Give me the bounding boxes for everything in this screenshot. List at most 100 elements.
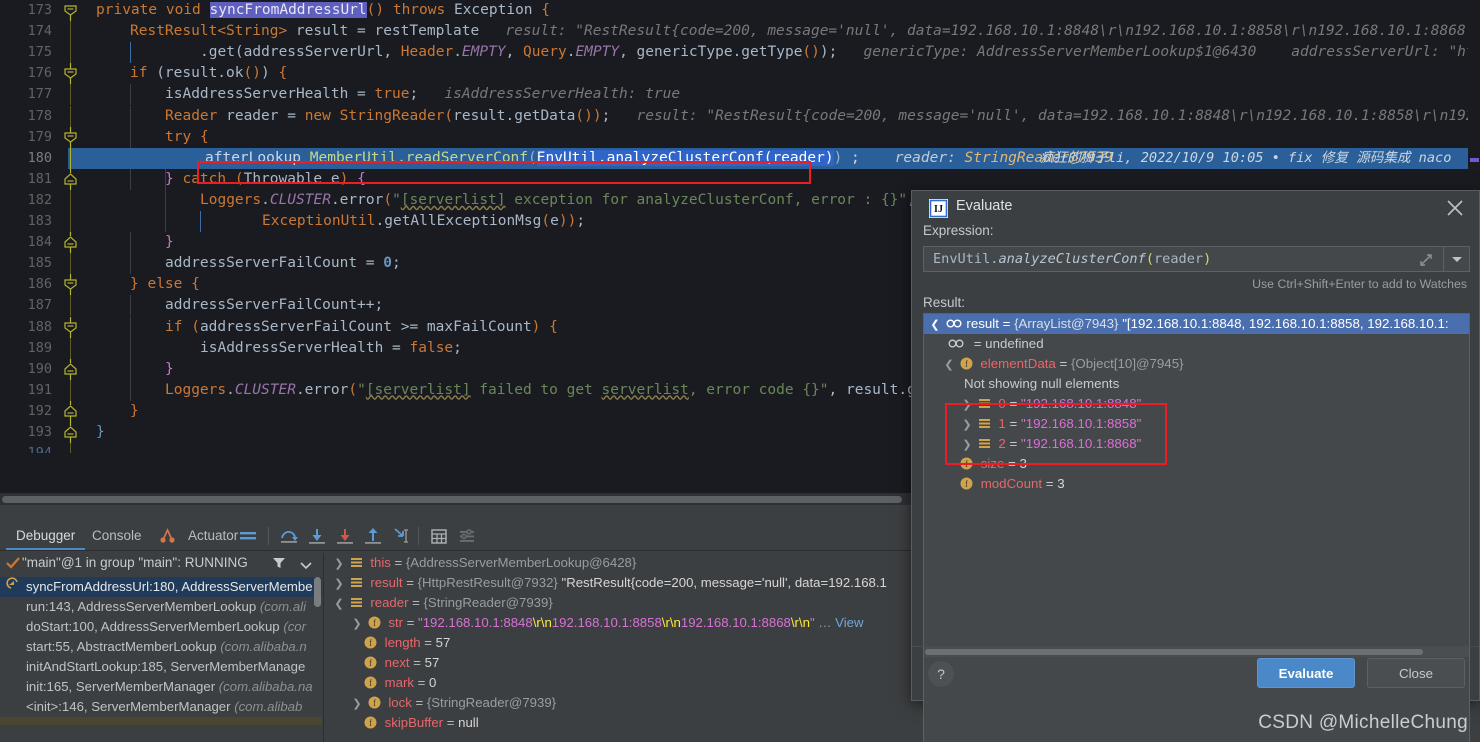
tab-console[interactable]: Console (82, 521, 152, 550)
chevron-right-icon[interactable]: ❯ (350, 614, 364, 634)
expand-icon[interactable] (1417, 251, 1435, 269)
chevron-down-icon[interactable]: ❮ (928, 315, 942, 335)
chevron-down-icon[interactable]: ❮ (942, 355, 956, 375)
thread-status-bar[interactable]: "main"@1 in group "main": RUNNING (0, 553, 322, 575)
step-over-icon[interactable] (278, 525, 300, 547)
result-name: elementData (980, 356, 1056, 371)
chevron-right-icon[interactable]: ❯ (332, 554, 346, 574)
code-line[interactable]: 181 } catch (Throwable e) { (0, 168, 1480, 190)
step-out-icon[interactable] (362, 525, 384, 547)
code-line[interactable]: 174 RestResult<String> result = restTemp… (0, 21, 1480, 43)
chevron-down-icon[interactable]: ❮ (332, 594, 346, 614)
frame-row[interactable]: run:143, AddressServerMemberLookup (com.… (0, 597, 322, 617)
fold-marker-icon[interactable] (62, 168, 80, 190)
code-line[interactable]: 175 .get(addressServerUrl, Header.EMPTY,… (0, 42, 1480, 64)
fold-marker-icon[interactable] (62, 316, 80, 338)
fold-marker-icon[interactable] (62, 126, 80, 148)
close-icon[interactable] (1445, 198, 1465, 218)
result-name: 1 (998, 416, 1006, 431)
result-tree-row[interactable]: = undefined (924, 334, 1469, 354)
evaluate-dialog[interactable]: IJ Evaluate Expression: EnvUtil.analyzeC… (911, 190, 1480, 742)
result-tree-row[interactable]: f size = 3 (924, 454, 1469, 474)
code-line[interactable]: 176 if (result.ok()) { (0, 63, 1480, 85)
field-icon: f (364, 635, 377, 649)
expression-input[interactable]: EnvUtil.analyzeClusterConf(reader) (923, 246, 1470, 272)
scrollbar-thumb[interactable] (2, 496, 902, 503)
ide-window: 173 private void syncFromAddressUrl() th… (0, 0, 1480, 742)
frames-scrollbar[interactable] (313, 577, 322, 742)
code-line-executing[interactable]: 180 afterLookup MemberUtil.readServerCon… (0, 147, 1480, 169)
code-text: Reader reader = new StringReader(result.… (165, 107, 1480, 124)
result-tree-row[interactable]: ❯ 0 = "192.168.10.1:8848" (924, 394, 1469, 414)
frame-row[interactable]: syncFromAddressUrl:180, AddressServerMem… (0, 577, 322, 597)
filter-icon[interactable] (272, 556, 286, 575)
fold-marker-icon[interactable] (62, 232, 80, 254)
fold-marker-icon[interactable] (62, 358, 80, 380)
stack-frames-list[interactable]: syncFromAddressUrl:180, AddressServerMem… (0, 577, 322, 742)
help-button[interactable]: ? (928, 661, 954, 687)
frame-package: (com.alibaba.n (220, 639, 307, 654)
fold-marker-icon[interactable] (62, 422, 80, 443)
line-number: 183 (27, 213, 52, 229)
result-tree-row[interactable]: ❮ result = {ArrayList@7943} "[192.168.10… (924, 314, 1469, 334)
variable-name: this (370, 555, 391, 570)
evaluate-expression-icon[interactable] (428, 525, 450, 547)
line-number: 184 (27, 234, 52, 251)
code-line[interactable]: 178 Reader reader = new StringReader(res… (0, 105, 1480, 127)
frame-row[interactable]: initAndStartLookup:185, ServerMemberMana… (0, 657, 322, 677)
code-line[interactable]: 179 try { (0, 126, 1480, 148)
chevron-right-icon[interactable]: ❯ (332, 574, 346, 594)
array-element-icon (978, 416, 991, 429)
panel-splitter[interactable] (322, 553, 326, 742)
svg-text:f: f (965, 359, 968, 369)
run-to-cursor-icon[interactable] (390, 525, 412, 547)
dialog-title-bar: IJ Evaluate (912, 191, 1479, 225)
line-number: 187 (27, 297, 52, 314)
chevron-right-icon[interactable]: ❯ (350, 694, 364, 714)
frame-row[interactable] (0, 717, 322, 725)
result-icon (946, 316, 962, 329)
fold-marker-icon[interactable] (62, 274, 80, 296)
result-tree-row[interactable]: ❯ 1 = "192.168.10.1:8858" (924, 414, 1469, 434)
line-number: 193 (27, 424, 52, 440)
code-line[interactable]: 177 isAddressServerHealth = true; isAddr… (0, 84, 1480, 106)
fold-marker-icon[interactable] (62, 0, 80, 21)
line-number: 180 (27, 149, 52, 166)
frame-row[interactable]: init:165, ServerMemberManager (com.aliba… (0, 677, 322, 697)
step-into-icon[interactable] (306, 525, 328, 547)
variable-type: {StringReader@7939} (423, 595, 553, 610)
field-icon: f (368, 615, 381, 629)
chevron-right-icon[interactable]: ❯ (960, 395, 974, 415)
code-text: } (130, 402, 139, 419)
frame-row[interactable]: <init>:146, ServerMemberManager (com.ali… (0, 697, 322, 717)
scrollbar-thumb[interactable] (314, 577, 321, 607)
chevron-down-icon[interactable] (300, 558, 312, 576)
field-icon: f (364, 675, 377, 689)
close-button[interactable]: Close (1367, 658, 1465, 688)
code-text: } (165, 360, 174, 377)
result-value: "192.168.10.1:8868" (1020, 436, 1142, 451)
fold-marker-icon[interactable] (62, 63, 80, 85)
settings-icon[interactable] (456, 525, 478, 547)
result-eq: = (1005, 396, 1021, 411)
frames-list-icon[interactable] (237, 525, 259, 547)
evaluate-button[interactable]: Evaluate (1257, 658, 1355, 688)
frame-row[interactable]: doStart:100, AddressServerMemberLookup (… (0, 617, 322, 637)
fold-marker-icon[interactable] (62, 400, 80, 422)
frame-package: (com.ali (259, 599, 307, 614)
expression-history-dropdown[interactable] (1443, 247, 1469, 271)
result-tree-row[interactable]: f modCount = 3 (924, 474, 1469, 494)
tab-debugger[interactable]: Debugger (6, 521, 86, 550)
result-eq: = (1004, 456, 1020, 471)
view-link[interactable]: View (835, 615, 863, 630)
code-text: Loggers.CLUSTER.error("[serverlist] exce… (200, 191, 916, 208)
chevron-right-icon[interactable]: ❯ (960, 415, 974, 435)
chevron-right-icon[interactable]: ❯ (960, 435, 974, 455)
frame-row[interactable]: start:55, AbstractMemberLookup (com.alib… (0, 637, 322, 657)
result-tree-row[interactable]: ❯ 2 = "192.168.10.1:8868" (924, 434, 1469, 454)
line-number: 189 (27, 339, 52, 356)
code-line[interactable]: 173 private void syncFromAddressUrl() th… (0, 0, 1480, 21)
result-tree-row[interactable]: ❮ f elementData = {Object[10]@7945} (924, 354, 1469, 374)
actuator-icon[interactable] (157, 525, 179, 547)
force-step-into-icon[interactable] (334, 525, 356, 547)
